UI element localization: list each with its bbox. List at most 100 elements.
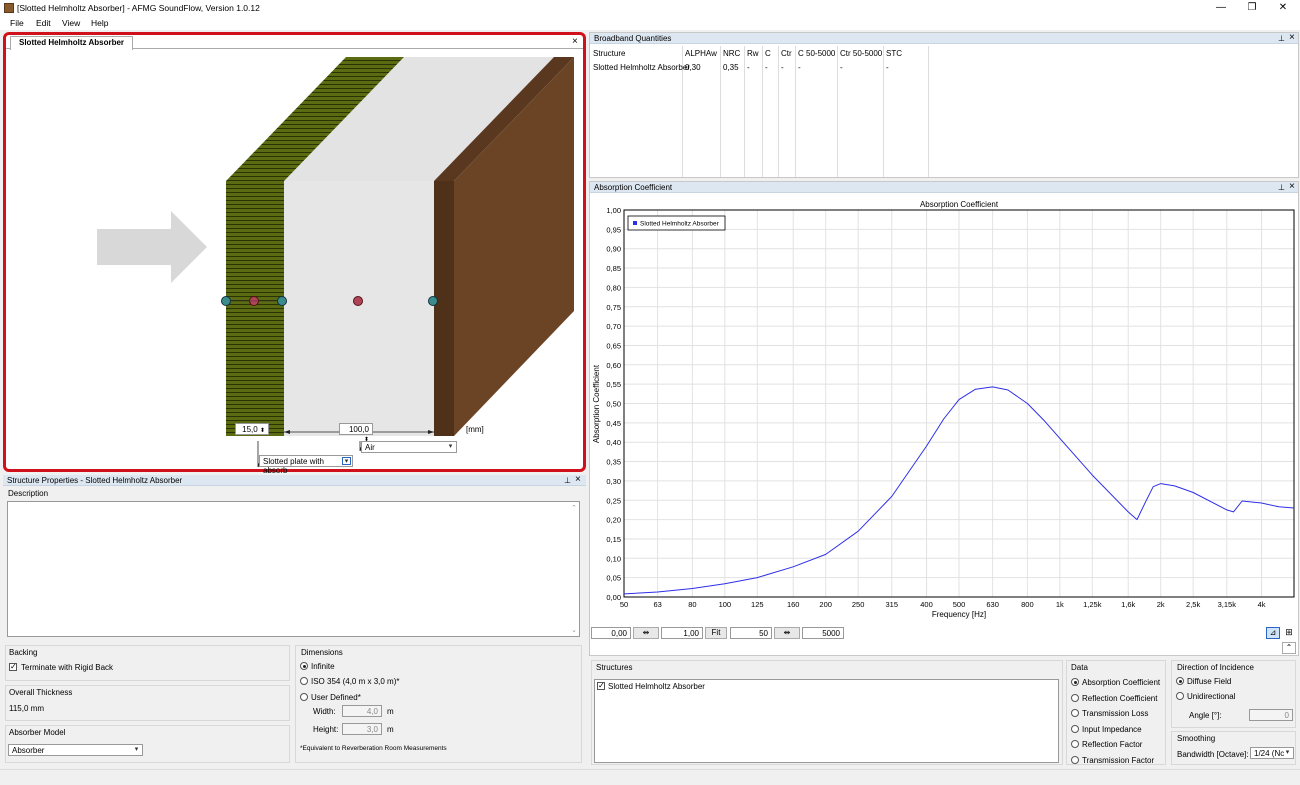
col-rw[interactable]: Rw — [747, 49, 759, 58]
y-axis-label: Absorption Coefficient — [592, 364, 601, 443]
structure-checkbox[interactable]: ✓ — [597, 682, 605, 690]
close-icon[interactable]: × — [575, 475, 581, 485]
chevron-down-icon: ▾ — [134, 746, 139, 753]
unidirectional-radio[interactable] — [1176, 692, 1184, 700]
overall-thickness-label: Overall Thickness — [9, 688, 73, 697]
layer2-material-select[interactable]: Air ▾ — [361, 441, 457, 453]
pin-icon[interactable]: ⊥ — [564, 476, 571, 485]
col-stc[interactable]: STC — [886, 49, 902, 58]
data-input-impedance-radio[interactable] — [1071, 725, 1079, 733]
zoom-freq-icon[interactable]: ⇹ — [774, 627, 800, 639]
absorber-model-select[interactable]: Absorber ▾ — [8, 744, 143, 756]
grid-toggle-icon[interactable]: ⊞ — [1282, 627, 1296, 639]
backing-group: Backing ✓ Terminate with Rigid Back — [5, 645, 290, 681]
minimize-button[interactable]: — — [1206, 1, 1236, 15]
x-tick-label: 250 — [852, 600, 865, 609]
dim-user-radio[interactable] — [300, 693, 308, 701]
col-ctr[interactable]: Ctr — [781, 49, 792, 58]
smoothing-label: Smoothing — [1177, 734, 1216, 743]
dim-infinite-radio[interactable] — [300, 662, 308, 670]
x-tick-label: 1,25k — [1083, 600, 1102, 609]
close-icon[interactable]: × — [1289, 33, 1295, 43]
data-reflection-coef-radio[interactable] — [1071, 694, 1079, 702]
overall-thickness-value: 115,0 mm — [9, 704, 44, 713]
chevron-down-icon: ▾ — [1285, 749, 1290, 756]
menu-edit[interactable]: Edit — [36, 18, 51, 28]
close-window-button[interactable]: ✕ — [1268, 1, 1298, 15]
diffuse-field-radio[interactable] — [1176, 677, 1184, 685]
restore-button[interactable]: ❐ — [1237, 1, 1267, 15]
dim-iso-label: ISO 354 (4,0 m x 3,0 m)* — [311, 677, 400, 686]
data-group: Data Absorption Coefficient Reflection C… — [1066, 660, 1166, 765]
x-min-input[interactable]: 0,00 — [591, 627, 631, 639]
absorber-model-group: Absorber Model Absorber ▾ — [5, 725, 290, 763]
title-bar: [Slotted Helmholtz Absorber] - AFMG Soun… — [0, 0, 1300, 16]
data-reflection-factor-label: Reflection Factor — [1082, 740, 1143, 749]
chevron-down-icon: ▾ — [448, 443, 453, 450]
col-c-50-5000[interactable]: C 50-5000 — [798, 49, 835, 58]
data-transmission-loss-label: Transmission Loss — [1082, 709, 1149, 718]
close-icon[interactable]: × — [1289, 182, 1295, 192]
freq-min-input[interactable]: 50 — [730, 627, 772, 639]
x-tick-label: 125 — [751, 600, 764, 609]
data-absorption-radio[interactable] — [1071, 678, 1079, 686]
freq-max-input[interactable]: 5000 — [802, 627, 844, 639]
col-alphaw[interactable]: ALPHAw — [685, 49, 717, 58]
absorption-panel-header: Absorption Coefficient — [590, 182, 1298, 193]
y-tick-label: 0,20 — [606, 516, 621, 525]
pin-icon[interactable]: ⊥ — [1278, 34, 1285, 43]
rigid-back-checkbox[interactable]: ✓ — [9, 663, 17, 671]
y-tick-label: 0,95 — [606, 225, 621, 234]
dimensions-label: Dimensions — [301, 648, 343, 657]
x-tick-label: 2k — [1157, 600, 1165, 609]
table-cell: - — [840, 63, 843, 72]
scroll-up-icon[interactable]: ⌃ — [571, 504, 577, 512]
height-input[interactable]: 3,0 — [342, 723, 382, 735]
data-input-impedance-label: Input Impedance — [1082, 725, 1142, 734]
close-icon[interactable]: × — [572, 37, 578, 47]
x-max-input[interactable]: 1,00 — [661, 627, 703, 639]
incidence-group: Direction of Incidence Diffuse Field Uni… — [1171, 660, 1296, 728]
data-reflection-factor-radio[interactable] — [1071, 740, 1079, 748]
scroll-down-icon[interactable]: ⌄ — [571, 626, 577, 634]
layer1-material-select[interactable]: Slotted plate with absorb ▾ — [259, 455, 353, 475]
backing-label: Backing — [9, 648, 38, 657]
app-icon — [4, 3, 14, 13]
incidence-arrow-icon — [97, 211, 207, 283]
chart-legend: Slotted Helmholtz Absorber — [627, 215, 726, 231]
description-textarea[interactable]: ⌃ ⌄ — [7, 501, 580, 637]
data-transmission-loss-radio[interactable] — [1071, 709, 1079, 717]
bandwidth-select[interactable]: 1/24 (Nc ▾ — [1250, 747, 1294, 759]
menu-view[interactable]: View — [62, 18, 80, 28]
col-c[interactable]: C — [765, 49, 771, 58]
fit-button[interactable]: Fit — [705, 627, 727, 639]
layer1-thickness-input[interactable]: 15,0 ⬍ — [235, 423, 269, 435]
y-tick-label: 0,55 — [606, 380, 621, 389]
structures-group: Structures ✓ Slotted Helmholtz Absorber — [591, 660, 1063, 765]
dim-iso-radio[interactable] — [300, 677, 308, 685]
y-tick-label: 0,80 — [606, 283, 621, 292]
menu-help[interactable]: Help — [91, 18, 108, 28]
pin-icon[interactable]: ⊥ — [1278, 183, 1285, 192]
col-structure[interactable]: Structure — [593, 49, 625, 58]
structure-item[interactable]: Slotted Helmholtz Absorber — [608, 682, 705, 691]
chart-view-icon[interactable]: ⊿ — [1266, 627, 1280, 639]
angle-input[interactable]: 0 — [1249, 709, 1293, 721]
col-nrc[interactable]: NRC — [723, 49, 740, 58]
structure-properties-panel: Structure Properties - Slotted Helmholtz… — [3, 475, 586, 640]
legend-entry: Slotted Helmholtz Absorber — [640, 221, 720, 228]
tab-slotted-helmholtz[interactable]: Slotted Helmholtz Absorber — [10, 36, 134, 50]
layer2-thickness-input[interactable]: 100,0 ⬍ — [339, 423, 373, 443]
x-tick-label: 1,6k — [1121, 600, 1135, 609]
y-tick-label: 0,85 — [606, 264, 621, 273]
width-input[interactable]: 4,0 — [342, 705, 382, 717]
table-cell: - — [798, 63, 801, 72]
angle-label: Angle [°]: — [1189, 711, 1222, 720]
menu-file[interactable]: File — [10, 18, 24, 28]
absorption-chart[interactable]: Absorption Coefficient Absorption Coeffi… — [590, 194, 1298, 622]
collapse-up-icon[interactable]: ⌃ — [1282, 642, 1296, 654]
col-ctr-50-5000[interactable]: Ctr 50-5000 — [840, 49, 882, 58]
y-tick-label: 0,35 — [606, 458, 621, 467]
data-transmission-factor-radio[interactable] — [1071, 756, 1079, 764]
zoom-x-icon[interactable]: ⇹ — [633, 627, 659, 639]
